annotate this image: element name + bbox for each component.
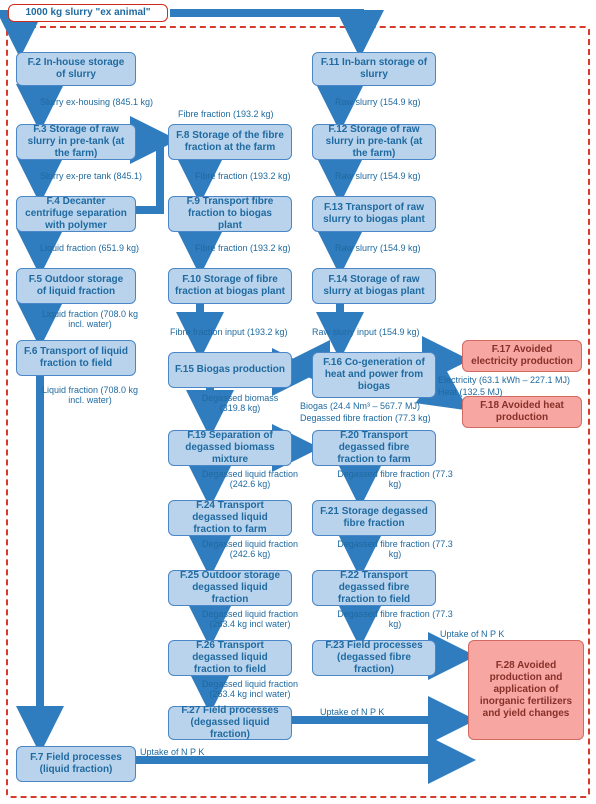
- node-f10: F.10 Storage of fibre fraction at biogas…: [168, 268, 292, 304]
- start-node: 1000 kg slurry "ex animal": [8, 4, 168, 22]
- edge-f10-f15: Fibre fraction input (193.2 kg): [170, 328, 288, 338]
- edge-f25-f26: Degassed liquid fraction (263.4 kg incl …: [190, 610, 310, 630]
- edge-f3-f4: Slurry ex-pre tank (845.1): [40, 172, 142, 182]
- node-f7: F.7 Field processes (liquid fraction): [16, 746, 136, 782]
- edge-f22-f23: Degassed fibre fraction (77.3 kg): [335, 610, 455, 630]
- edge-f8-f9: Fibre fraction (193.2 kg): [195, 172, 291, 182]
- edge-f21-f22: Degassed fibre fraction (77.3 kg): [335, 540, 455, 560]
- edge-f4-f8: Fibre fraction (193.2 kg): [178, 110, 274, 120]
- node-f8: F.8 Storage of the fibre fraction at the…: [168, 124, 292, 160]
- node-f20: F.20 Transport degassed fibre fraction t…: [312, 430, 436, 466]
- node-f21: F.21 Storage degassed fibre fraction: [312, 500, 436, 536]
- node-f28: F.28 Avoided production and application …: [468, 640, 584, 740]
- node-f17: F.17 Avoided electricity production: [462, 340, 582, 372]
- edge-f23-f28: Uptake of N P K: [440, 630, 504, 640]
- node-f16: F.16 Co-generation of heat and power fro…: [312, 352, 436, 398]
- node-f14: F.14 Storage of raw slurry at biogas pla…: [312, 268, 436, 304]
- edge-f2-f3: Slurry ex-housing (845.1 kg): [40, 98, 153, 108]
- node-f9: F.9 Transport fibre fraction to biogas p…: [168, 196, 292, 232]
- node-f15: F.15 Biogas production: [168, 352, 292, 388]
- node-f19: F.19 Separation of degassed biomass mixt…: [168, 430, 292, 466]
- node-f11: F.11 In-barn storage of slurry: [312, 52, 436, 86]
- edge-f15-f19: Degassed biomass (319.8 kg): [190, 394, 290, 414]
- node-f12: F.12 Storage of raw slurry in pre-tank (…: [312, 124, 436, 160]
- edge-f19-f24: Degassed liquid fraction (242.6 kg): [190, 470, 310, 490]
- node-f18: F.18 Avoided heat production: [462, 396, 582, 428]
- edge-f19-f20: Degassed fibre fraction (77.3 kg): [300, 414, 431, 424]
- node-f13: F.13 Transport of raw slurry to biogas p…: [312, 196, 436, 232]
- edge-f12-f13: Raw slurry (154.9 kg): [335, 172, 421, 182]
- edge-f15-f16: Biogas (24.4 Nm³ – 567.7 MJ): [300, 402, 420, 412]
- edge-f16-f17: Electricity (63.1 kWh – 227.1 MJ): [438, 376, 570, 386]
- node-f26: F.26 Transport degassed liquid fraction …: [168, 640, 292, 676]
- node-f25: F.25 Outdoor storage degassed liquid fra…: [168, 570, 292, 606]
- edge-f13-f14: Raw slurry (154.9 kg): [335, 244, 421, 254]
- edge-f24-f25: Degassed liquid fraction (242.6 kg): [190, 540, 310, 560]
- node-f2: F.2 In-house storage of slurry: [16, 52, 136, 86]
- edge-f14-f15: Raw slurry input (154.9 kg): [312, 328, 420, 338]
- node-f3: F.3 Storage of raw slurry in pre-tank (a…: [16, 124, 136, 160]
- node-f6: F.6 Transport of liquid fraction to fiel…: [16, 340, 136, 376]
- edge-f7-f28: Uptake of N P K: [140, 748, 204, 758]
- node-f23: F.23 Field processes (degassed fibre fra…: [312, 640, 436, 676]
- edge-f9-f10: Fibre fraction (193.2 kg): [195, 244, 291, 254]
- edge-f5-f6: Liquid fraction (708.0 kg incl. water): [40, 310, 140, 330]
- node-f27: F.27 Field processes (degassed liquid fr…: [168, 706, 292, 740]
- edge-f20-f21: Degassed fibre fraction (77.3 kg): [335, 470, 455, 490]
- edge-f4-f5: Liquid fraction (651.9 kg): [40, 244, 139, 254]
- edge-f27-f28: Uptake of N P K: [320, 708, 384, 718]
- node-f24: F.24 Transport degassed liquid fraction …: [168, 500, 292, 536]
- edge-f26-f27: Degassed liquid fraction (263.4 kg incl …: [190, 680, 310, 700]
- node-f22: F.22 Transport degassed fibre fraction t…: [312, 570, 436, 606]
- node-f5: F.5 Outdoor storage of liquid fraction: [16, 268, 136, 304]
- node-f4: F.4 Decanter centrifuge separation with …: [16, 196, 136, 232]
- edge-f11-f12: Raw slurry (154.9 kg): [335, 98, 421, 108]
- edge-f6-f7: Liquid fraction (708.0 kg incl. water): [40, 386, 140, 406]
- edge-f16-f18: Heat (132.5 MJ): [438, 388, 503, 398]
